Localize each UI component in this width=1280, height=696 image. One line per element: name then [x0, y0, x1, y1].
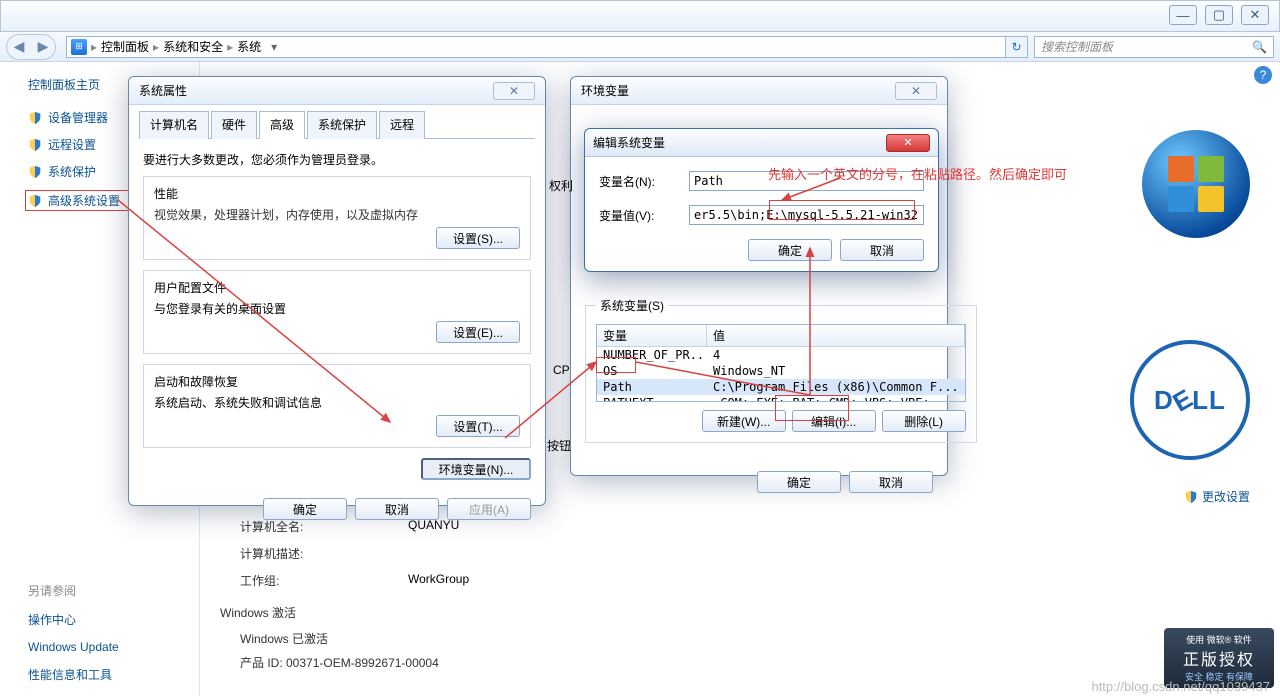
apply-button[interactable]: 应用(A)	[447, 498, 531, 520]
window-frame: — ▢ ✕	[0, 0, 1280, 32]
new-var-button[interactable]: 新建(W)...	[702, 410, 786, 432]
startup-group: 启动和故障恢复 系统启动、系统失败和调试信息 设置(T)...	[143, 364, 531, 448]
shield-icon	[28, 111, 42, 125]
dell-logo: DELL	[1130, 340, 1250, 460]
nav-back-forward[interactable]: ◀▶	[6, 34, 56, 60]
cancel-button[interactable]: 取消	[840, 239, 924, 261]
activation-status: Windows 已激活	[240, 630, 328, 647]
annotation-text: 先输入一个英文的分号，在粘贴路径。然后确定即可	[768, 164, 1067, 183]
link-windows-update[interactable]: Windows Update	[28, 640, 119, 654]
maximize-button[interactable]: ▢	[1205, 5, 1233, 25]
tab-protect[interactable]: 系统保护	[307, 111, 377, 139]
var-name-label: 变量名(N):	[599, 173, 689, 190]
profile-group: 用户配置文件 与您登录有关的桌面设置 设置(E)...	[143, 270, 531, 354]
perf-group: 性能 视觉效果，处理器计划，内存使用，以及虚拟内存 设置(S)...	[143, 176, 531, 260]
edit-var-button[interactable]: 编辑(I)...	[792, 410, 876, 432]
admin-note: 要进行大多数更改，您必须作为管理员登录。	[143, 151, 531, 168]
breadcrumb-1[interactable]: 系统和安全	[163, 38, 223, 55]
dialog-title: 编辑系统变量	[593, 134, 665, 151]
watermark: http://blog.csdn.net/qq1039437	[1091, 679, 1270, 694]
ok-button[interactable]: 确定	[757, 471, 841, 493]
product-id: 产品 ID: 00371-OEM-8992671-00004	[240, 654, 439, 671]
breadcrumb-0[interactable]: 控制面板	[101, 38, 149, 55]
close-button[interactable]: ✕	[1241, 5, 1269, 25]
var-value-label: 变量值(V):	[599, 207, 689, 224]
profile-settings-button[interactable]: 设置(E)...	[436, 321, 520, 343]
path-row[interactable]: PathC:\Program Files (x86)\Common F...	[597, 379, 965, 395]
windows-logo	[1142, 130, 1250, 238]
tab-computername[interactable]: 计算机名	[139, 111, 209, 139]
ok-button[interactable]: 确定	[748, 239, 832, 261]
refresh-button[interactable]: ↻	[1006, 36, 1028, 58]
edit-system-variable-dialog: 编辑系统变量 ✕ 变量名(N): 变量值(V): 确定 取消	[584, 128, 939, 272]
activation-title: Windows 激活	[220, 604, 296, 621]
search-icon: 🔍	[1252, 40, 1267, 54]
search-box[interactable]: 搜索控制面板 🔍	[1034, 36, 1274, 58]
var-value-input[interactable]	[689, 205, 924, 225]
cut-label: 权利	[549, 177, 573, 194]
breadcrumb-2[interactable]: 系统	[237, 38, 261, 55]
startup-settings-button[interactable]: 设置(T)...	[436, 415, 520, 437]
cancel-button[interactable]: 取消	[849, 471, 933, 493]
shield-icon	[1184, 490, 1198, 504]
perf-settings-button[interactable]: 设置(S)...	[436, 227, 520, 249]
cancel-button[interactable]: 取消	[355, 498, 439, 520]
system-vars-fieldset: 系统变量(S) 变量值 NUMBER_OF_PR...4 OSWindows_N…	[585, 297, 977, 443]
link-perf-info[interactable]: 性能信息和工具	[28, 666, 119, 683]
dialog-title: 环境变量	[581, 82, 629, 99]
system-vars-list[interactable]: 变量值 NUMBER_OF_PR...4 OSWindows_NT PathC:…	[596, 324, 966, 402]
addr-dropdown-icon[interactable]: ▾	[265, 40, 283, 54]
tab-hardware[interactable]: 硬件	[211, 111, 257, 139]
control-panel-icon: ⊞	[71, 39, 87, 55]
tab-remote[interactable]: 远程	[379, 111, 425, 139]
link-action-center[interactable]: 操作中心	[28, 611, 119, 628]
minimize-button[interactable]: —	[1169, 5, 1197, 25]
search-placeholder: 搜索控制面板	[1041, 38, 1113, 55]
delete-var-button[interactable]: 删除(L)	[882, 410, 966, 432]
shield-icon	[28, 138, 42, 152]
address-bar[interactable]: ⊞ ▸控制面板 ▸系统和安全 ▸系统 ▾	[66, 36, 1006, 58]
shield-icon	[28, 194, 42, 208]
cut-label: 按钮	[547, 437, 571, 454]
system-properties-dialog: 系统属性 ✕ 计算机名 硬件 高级 系统保护 远程 要进行大多数更改，您必须作为管…	[128, 76, 546, 506]
explorer-toolbar: ◀▶ ⊞ ▸控制面板 ▸系统和安全 ▸系统 ▾ ↻ 搜索控制面板 🔍	[0, 32, 1280, 62]
cut-label: CP	[553, 363, 570, 377]
tab-advanced[interactable]: 高级	[259, 111, 305, 139]
shield-icon	[28, 165, 42, 179]
change-settings-link[interactable]: 更改设置	[1184, 488, 1250, 505]
close-icon[interactable]: ✕	[493, 82, 535, 100]
workgroup-value: WorkGroup	[408, 572, 469, 589]
dialog-title: 系统属性	[139, 82, 187, 99]
close-icon[interactable]: ✕	[886, 134, 930, 152]
close-icon[interactable]: ✕	[895, 82, 937, 100]
see-also: 另请参阅 操作中心 Windows Update 性能信息和工具	[28, 582, 119, 683]
tab-bar: 计算机名 硬件 高级 系统保护 远程	[139, 111, 535, 139]
env-vars-button[interactable]: 环境变量(N)...	[421, 458, 531, 480]
ok-button[interactable]: 确定	[263, 498, 347, 520]
